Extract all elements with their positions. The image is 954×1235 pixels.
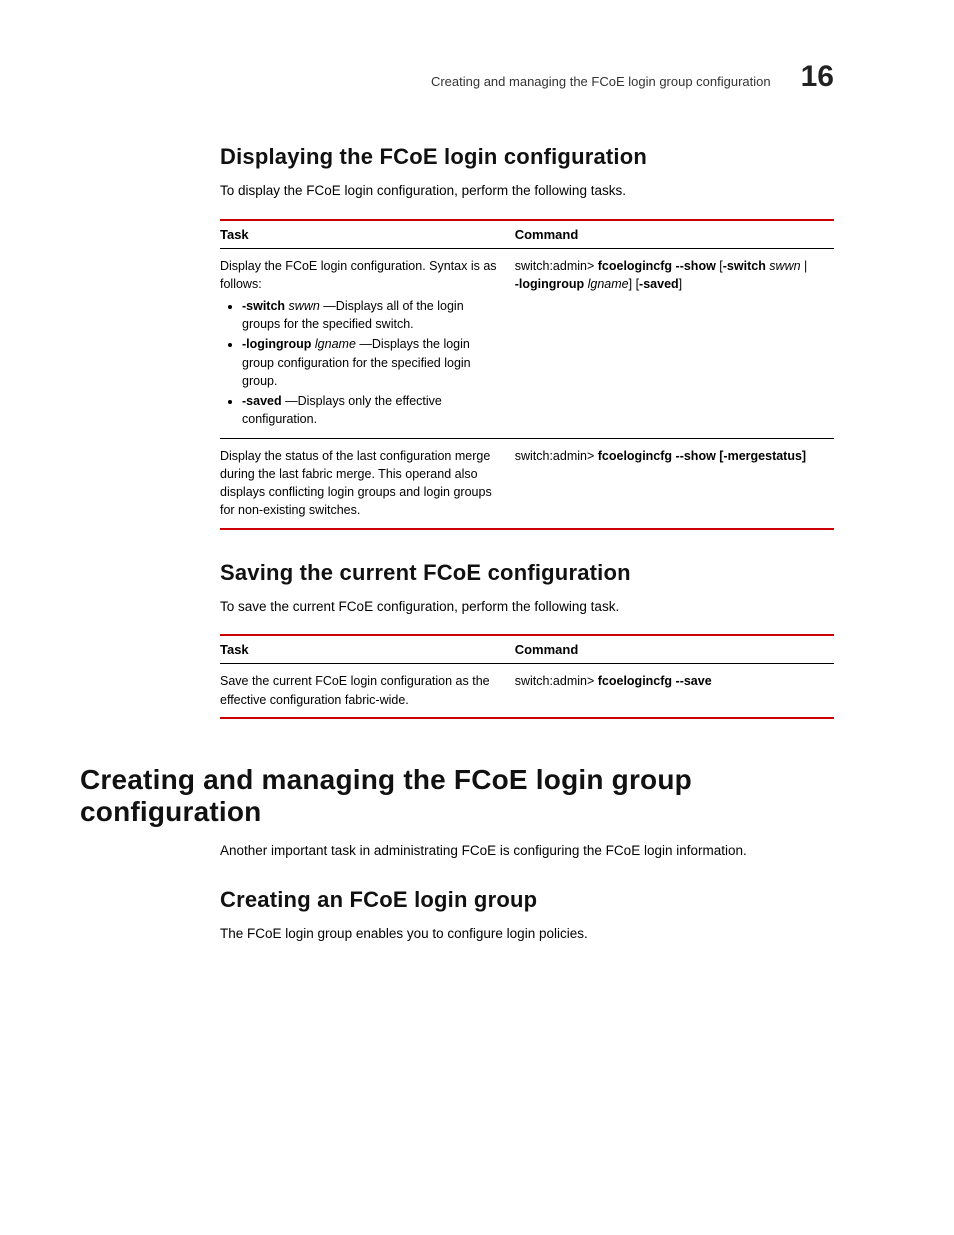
running-title: Creating and managing the FCoE login gro… xyxy=(431,74,771,89)
cmd-prefix: switch:admin> xyxy=(515,449,598,463)
intro-creating-login-group: The FCoE login group enables you to conf… xyxy=(220,925,834,944)
chapter-number: 16 xyxy=(801,60,834,94)
intro-displaying: To display the FCoE login configuration,… xyxy=(220,182,834,201)
task-cell: Save the current FCoE login configuratio… xyxy=(220,664,515,718)
heading-creating-login-group: Creating an FCoE login group xyxy=(220,887,834,913)
heading-displaying: Displaying the FCoE login configuration xyxy=(220,144,834,170)
running-header: Creating and managing the FCoE login gro… xyxy=(80,60,834,94)
cmd-token: fcoelogincfg --show xyxy=(598,259,716,273)
cmd-arg: swwn xyxy=(766,259,801,273)
cmd-text: | xyxy=(801,259,808,273)
col-header-command: Command xyxy=(515,635,834,664)
command-cell: switch:admin> fcoelogincfg --show [-swit… xyxy=(515,248,834,438)
table-row: Save the current FCoE login configuratio… xyxy=(220,664,834,718)
cmd-token: -switch xyxy=(723,259,766,273)
command-cell: switch:admin> fcoelogincfg --save xyxy=(515,664,834,718)
section-creating-managing: Another important task in administrating… xyxy=(220,842,834,944)
opt-name: -saved xyxy=(242,394,282,408)
list-item: -logingroup lgname —Displays the login g… xyxy=(242,335,505,389)
list-item: -saved —Displays only the effective conf… xyxy=(242,392,505,428)
heading-saving: Saving the current FCoE configuration xyxy=(220,560,834,586)
col-header-task: Task xyxy=(220,220,515,249)
col-header-command: Command xyxy=(515,220,834,249)
cmd-prefix: switch:admin> xyxy=(515,674,598,688)
heading-creating-managing: Creating and managing the FCoE login gro… xyxy=(80,764,834,828)
task-lead: Display the FCoE login configuration. Sy… xyxy=(220,259,497,291)
section-saving-fcoe: Saving the current FCoE configuration To… xyxy=(220,560,834,719)
page: Creating and managing the FCoE login gro… xyxy=(0,0,954,943)
cmd-text: ] xyxy=(679,277,682,291)
table-displaying: Task Command Display the FCoE login conf… xyxy=(220,219,834,530)
option-list: -switch swwn —Displays all of the login … xyxy=(220,297,505,428)
opt-arg: lgname xyxy=(315,337,356,351)
opt-arg: swwn xyxy=(289,299,320,313)
opt-name: -switch xyxy=(242,299,285,313)
cmd-text: ] [ xyxy=(629,277,639,291)
intro-saving: To save the current FCoE configuration, … xyxy=(220,598,834,617)
table-row: Display the FCoE login configuration. Sy… xyxy=(220,248,834,438)
cmd-prefix: switch:admin> xyxy=(515,259,598,273)
list-item: -switch swwn —Displays all of the login … xyxy=(242,297,505,333)
intro-creating-managing: Another important task in administrating… xyxy=(220,842,834,861)
cmd-token: -saved xyxy=(639,277,679,291)
opt-name: -logingroup xyxy=(242,337,311,351)
command-cell: switch:admin> fcoelogincfg --show [-merg… xyxy=(515,439,834,529)
cmd-token: fcoelogincfg --save xyxy=(598,674,712,688)
cmd-token: -logingroup xyxy=(515,277,584,291)
task-cell: Display the status of the last configura… xyxy=(220,439,515,529)
col-header-task: Task xyxy=(220,635,515,664)
table-saving: Task Command Save the current FCoE login… xyxy=(220,634,834,718)
section-displaying-fcoe-login: Displaying the FCoE login configuration … xyxy=(220,144,834,530)
table-row: Display the status of the last configura… xyxy=(220,439,834,529)
cmd-text: [ xyxy=(716,259,723,273)
cmd-token: fcoelogincfg --show [-mergestatus] xyxy=(598,449,806,463)
task-cell: Display the FCoE login configuration. Sy… xyxy=(220,248,515,438)
cmd-arg: lgname xyxy=(584,277,628,291)
